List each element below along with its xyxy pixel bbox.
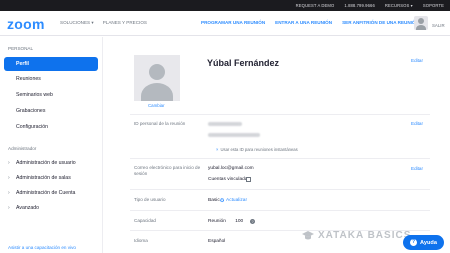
edit-email-button[interactable]: Editar <box>411 166 423 171</box>
sidebar-section-personal: PERSONAL <box>8 46 34 51</box>
sidebar-section-admin: Administrador <box>8 146 37 151</box>
change-photo-link[interactable]: Cambiar <box>148 103 165 108</box>
request-demo-link[interactable]: REQUEST A DEMO <box>296 3 335 8</box>
language-value: Español <box>208 239 226 244</box>
help-label: Ayuda <box>420 239 437 246</box>
upgrade-icon: ✪ <box>220 198 225 204</box>
sidebar-item-advanced[interactable]: › Avanzado <box>4 201 98 215</box>
sidebar-item-label: Administración de Cuenta <box>16 190 76 196</box>
zoom-logo[interactable]: zoom <box>7 16 45 32</box>
email-value: yubal.loc@gmail.com <box>208 166 254 171</box>
profile-photo[interactable] <box>134 55 180 101</box>
sidebar-item-label: Avanzado <box>16 205 39 211</box>
meeting-id-redacted <box>208 122 242 126</box>
profile-name: Yúbal Fernández <box>207 58 280 68</box>
join-meeting-link[interactable]: ENTRAR A UNA REUNIÓN <box>275 20 332 26</box>
instant-meeting-note-text: Usar esta ID para reuniones instantáneas <box>220 147 298 152</box>
sidebar-item-settings[interactable]: Configuración <box>4 120 98 134</box>
linked-accounts-checkbox[interactable] <box>246 177 251 182</box>
sidebar-item-label: Administración de usuario <box>16 160 76 166</box>
sidebar-item-webinars[interactable]: Seminarios web <box>4 88 98 102</box>
meeting-id-label: ID personal de la reunión <box>134 121 186 126</box>
chevron-right-icon: › <box>8 160 10 166</box>
sidebar-item-user-management[interactable]: › Administración de usuario <box>4 156 98 170</box>
graduation-cap-icon <box>302 231 314 240</box>
divider <box>130 210 430 211</box>
divider <box>130 158 430 159</box>
profile-panel: Cambiar Yúbal Fernández Editar ID person… <box>104 37 450 253</box>
divider <box>130 189 430 190</box>
email-label: Correo electrónico para inicio de sesión <box>134 165 201 176</box>
resources-menu[interactable]: RECURSOS ▾ <box>385 3 413 8</box>
user-avatar[interactable] <box>414 16 428 30</box>
instant-meeting-note: × Usar esta ID para reuniones instantánea… <box>216 147 298 152</box>
capacity-value: Reunión 100 <box>208 219 244 224</box>
bullet-icon: × <box>216 147 219 152</box>
solutions-menu[interactable]: SOLUCIONES ▾ <box>60 20 94 26</box>
user-type-label: Tipo de usuario <box>134 197 166 202</box>
edit-meeting-id-button[interactable]: Editar <box>411 121 423 126</box>
help-button[interactable]: ? Ayuda <box>403 235 444 250</box>
chevron-right-icon: › <box>8 205 10 211</box>
sign-out-link[interactable]: SALIR <box>432 23 445 28</box>
question-icon: ? <box>410 239 418 246</box>
sidebar-item-meetings[interactable]: Reuniones <box>4 72 98 86</box>
sidebar-item-profile[interactable]: Perfil <box>4 57 98 71</box>
chevron-right-icon: › <box>8 175 10 181</box>
capacity-label: Capacidad <box>134 218 156 223</box>
utility-bar: REQUEST A DEMO 1.888.799.9666 RECURSOS ▾… <box>0 0 450 11</box>
plans-pricing-link[interactable]: PLANES Y PRECIOS <box>103 20 147 26</box>
edit-name-button[interactable]: Editar <box>411 58 423 63</box>
phone-number[interactable]: 1.888.799.9666 <box>344 3 375 8</box>
info-icon[interactable]: ? <box>250 219 255 224</box>
sidebar-item-account-management[interactable]: › Administración de Cuenta <box>4 186 98 200</box>
watermark: XATAKA BASICS <box>318 230 412 241</box>
support-link[interactable]: SOPORTE <box>423 3 444 8</box>
user-type-value: Basic <box>208 198 220 203</box>
upgrade-link[interactable]: Actualizar <box>226 198 247 203</box>
main-navbar: zoom SOLUCIONES ▾ PLANES Y PRECIOS PROGR… <box>0 11 450 36</box>
linked-accounts-label: Cuentas vinculadas: <box>208 177 252 182</box>
sidebar: PERSONAL Perfil Reuniones Seminarios web… <box>0 37 103 253</box>
language-label: Idioma <box>134 238 148 243</box>
meeting-id-url-redacted <box>208 133 260 137</box>
chevron-right-icon: › <box>8 190 10 196</box>
live-training-link[interactable]: Asistir a una capacitación en vivo <box>8 245 76 250</box>
schedule-meeting-link[interactable]: PROGRAMAR UNA REUNIÓN <box>201 20 265 26</box>
sidebar-item-recordings[interactable]: Grabaciones <box>4 104 98 118</box>
host-meeting-menu[interactable]: SER ANFITRIÓN DE UNA REUNIÓN ▾ <box>342 20 422 26</box>
divider <box>130 114 430 115</box>
sidebar-item-room-management[interactable]: › Administración de salas <box>4 171 98 185</box>
sidebar-item-label: Administración de salas <box>16 175 71 181</box>
